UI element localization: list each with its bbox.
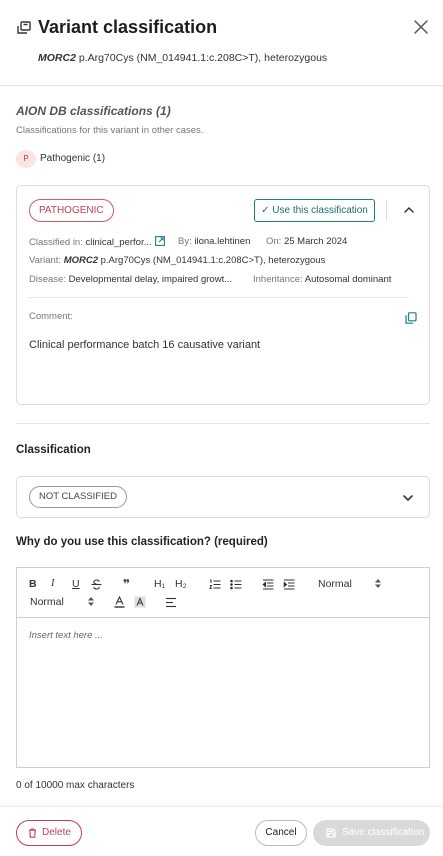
variant-label: Variant: [29, 255, 62, 266]
on-row: On: 25 March 2024 [266, 236, 347, 247]
comment-label: Comment: [29, 311, 73, 322]
variant-subtitle: MORC2 p.Arg70Cys (NM_014941.1:c.208C>T),… [38, 52, 327, 64]
heading2-button[interactable]: H₂ [175, 578, 187, 590]
comment-text: Clinical performance batch 16 causative … [29, 339, 261, 351]
copy-variant-icon [16, 20, 32, 36]
reason-label: Why do you use this classification? (req… [16, 536, 268, 548]
bold-button[interactable]: B [29, 578, 37, 590]
classification-card: PATHOGENIC ✓ Use this classification Cla… [16, 185, 430, 405]
disease-label: Disease: [29, 274, 66, 285]
save-classification-button[interactable]: Save classification [313, 820, 430, 846]
classification-select[interactable]: NOT CLASSIFIED [16, 476, 430, 518]
variant-gene: MORC2 [63, 255, 98, 266]
close-icon[interactable] [412, 18, 430, 36]
variant-description: p.Arg70Cys (NM_014941.1:c.208C>T), heter… [75, 52, 328, 64]
outdent-icon[interactable] [262, 579, 274, 590]
selected-classification: NOT CLASSIFIED [29, 486, 127, 508]
dialog-header: Variant classification MORC2 p.Arg70Cys … [0, 0, 443, 86]
disease-row: Disease: Developmental delay, impaired g… [29, 274, 232, 285]
editor-placeholder: Insert text here ... [29, 630, 103, 641]
align-left-icon[interactable] [165, 597, 177, 608]
text-size-value: Normal [318, 578, 352, 590]
variant-row: Variant: MORC2 p.Arg70Cys (NM_014941.1:c… [29, 255, 325, 266]
classified-in-label: Classified in: [29, 237, 83, 248]
inheritance-value: Autosomal dominant [304, 274, 392, 285]
rich-text-editor: B I U ❞ H₁ H₂ Normal Normal Insert text … [16, 567, 430, 768]
font-value: Normal [30, 596, 64, 608]
blockquote-button[interactable]: ❞ [123, 577, 130, 591]
font-select[interactable]: Normal [30, 596, 64, 608]
indent-icon[interactable] [283, 579, 295, 590]
delete-button[interactable]: Delete [16, 820, 82, 846]
character-count: 0 of 10000 max characters [16, 780, 135, 791]
chevron-up-icon[interactable] [402, 203, 416, 217]
card-divider [29, 297, 408, 298]
copy-icon[interactable] [405, 311, 417, 324]
inheritance-row: Inheritance: Autosomal dominant [253, 274, 391, 285]
dialog-footer: Delete Cancel Save classification [0, 806, 443, 856]
by-value: ilona.lehtinen [194, 236, 251, 247]
italic-button[interactable]: I [51, 578, 55, 589]
save-label: Save classification [342, 827, 425, 838]
sort-arrows-icon[interactable] [374, 578, 382, 589]
classification-label: Classification [16, 444, 91, 456]
ordered-list-icon[interactable] [209, 579, 221, 590]
pathogenic-tag: PATHOGENIC [29, 199, 114, 222]
use-classification-button[interactable]: ✓ Use this classification [254, 199, 375, 222]
chevron-down-icon[interactable] [401, 491, 415, 505]
classified-in-value[interactable]: clinical_perfor... [86, 237, 152, 248]
db-classifications-subtitle: Classifications for this variant in othe… [16, 125, 204, 136]
section-divider [16, 423, 430, 424]
by-label: By: [178, 236, 192, 247]
variant-value: p.Arg70Cys (NM_014941.1:c.208C>T), heter… [98, 255, 326, 266]
cancel-button[interactable]: Cancel [255, 820, 307, 846]
highlight-color-icon[interactable] [134, 596, 146, 608]
inheritance-label: Inheritance: [253, 274, 303, 285]
db-classifications-title: AION DB classifications (1) [16, 104, 171, 118]
text-color-icon[interactable] [114, 596, 125, 608]
by-row: By: ilona.lehtinen [178, 236, 250, 247]
strikethrough-icon[interactable] [91, 579, 102, 590]
heading1-button[interactable]: H₁ [154, 578, 165, 590]
pathogenic-count: Pathogenic (1) [40, 153, 106, 164]
pathogenic-badge: P [16, 150, 36, 168]
sort-arrows-icon[interactable] [87, 596, 95, 607]
disease-value: Developmental delay, impaired growt... [68, 274, 233, 285]
gene-name: MORC2 [38, 52, 76, 64]
delete-label: Delete [42, 827, 71, 838]
underline-button[interactable]: U [72, 578, 80, 590]
reason-text-area[interactable]: Insert text here ... [17, 619, 429, 767]
external-link-icon[interactable] [154, 236, 165, 246]
text-size-select[interactable]: Normal [318, 578, 352, 590]
classified-in-row: Classified in: clinical_perfor... [29, 236, 165, 248]
on-label: On: [266, 236, 282, 247]
dialog-title: Variant classification [38, 17, 218, 37]
on-value: 25 March 2024 [283, 236, 348, 247]
divider [386, 200, 387, 221]
editor-toolbar: B I U ❞ H₁ H₂ Normal Normal [17, 568, 429, 618]
bullet-list-icon[interactable] [230, 579, 242, 590]
